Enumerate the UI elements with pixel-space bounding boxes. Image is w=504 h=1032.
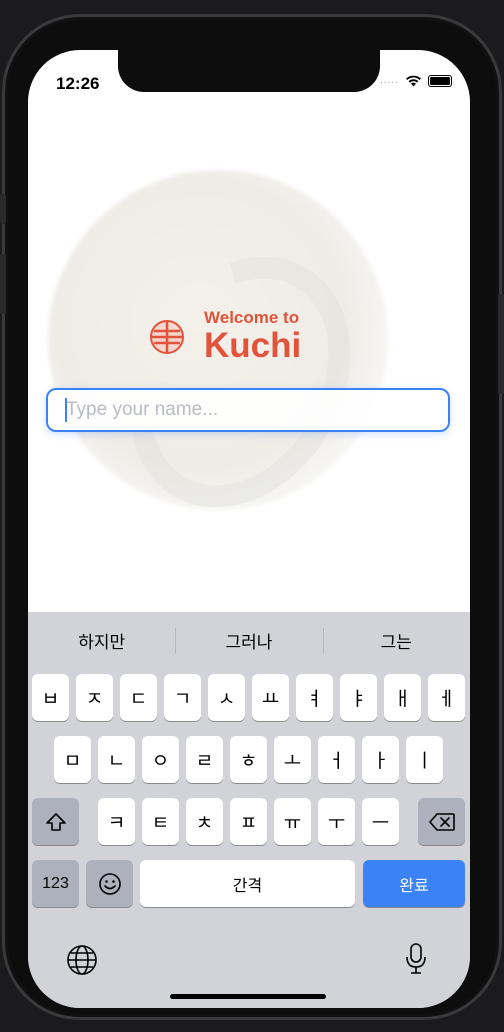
suggestion-2[interactable]: 그러나 [175, 612, 322, 668]
key[interactable]: ㅁ [54, 736, 91, 783]
key[interactable]: ㅐ [384, 674, 421, 721]
key[interactable]: ㅣ [406, 736, 443, 783]
key[interactable]: ㄱ [164, 674, 201, 721]
suggestion-bar: 하지만 그러나 그는 [28, 612, 470, 668]
key[interactable]: ㅑ [340, 674, 377, 721]
status-time: 12:26 [56, 74, 100, 93]
microphone-icon[interactable] [404, 942, 428, 976]
key[interactable]: ㄷ [120, 674, 157, 721]
app-title: Kuchi [204, 326, 302, 365]
numbers-key[interactable]: 123 [32, 860, 79, 907]
welcome-text: Welcome to Kuchi [204, 308, 301, 366]
volume-up-button [0, 254, 6, 314]
welcome-subtitle: Welcome to [204, 308, 300, 327]
key[interactable]: ㅔ [428, 674, 465, 721]
emoji-icon [98, 872, 121, 895]
signal-icon: ..... [380, 75, 399, 86]
key[interactable]: ㅈ [76, 674, 113, 721]
emoji-key[interactable] [86, 860, 133, 907]
key[interactable]: ㅎ [230, 736, 267, 783]
key[interactable]: ㅡ [362, 798, 399, 845]
korean-keyboard: 하지만 그러나 그는 ㅂ ㅈ ㄷ ㄱ ㅅ ㅛ ㅕ ㅑ ㅐ ㅔ ㅁ ㄴ ㅇ ㄹ ㅎ… [28, 612, 470, 1008]
key[interactable]: ㅓ [318, 736, 355, 783]
space-key[interactable]: 간격 [140, 860, 355, 907]
key[interactable]: ㅠ [274, 798, 311, 845]
key[interactable]: ㄹ [186, 736, 223, 783]
delete-key[interactable] [418, 798, 465, 845]
home-indicator[interactable] [170, 994, 326, 999]
key[interactable]: ㄴ [98, 736, 135, 783]
key[interactable]: ㅅ [208, 674, 245, 721]
key[interactable]: ㅌ [142, 798, 179, 845]
key[interactable]: ㅕ [296, 674, 333, 721]
power-button [498, 294, 504, 394]
welcome-header: Welcome to Kuchi [150, 308, 301, 366]
wifi-icon [406, 75, 421, 87]
phone-frame: 12:26 ..... Welcome to Kuchi Type your n… [0, 14, 504, 1020]
key[interactable]: ㅗ [274, 736, 311, 783]
battery-icon [428, 74, 452, 87]
done-key[interactable]: 완료 [363, 860, 465, 907]
key[interactable]: ㅊ [186, 798, 223, 845]
status-icons: ..... [380, 74, 452, 87]
key[interactable]: ㅏ [362, 736, 399, 783]
name-input[interactable] [46, 388, 450, 432]
shift-key[interactable] [32, 798, 79, 845]
globe-icon[interactable] [66, 944, 98, 976]
key[interactable]: ㅍ [230, 798, 267, 845]
suggestion-3[interactable]: 그는 [322, 612, 470, 668]
key[interactable]: ㅋ [98, 798, 135, 845]
kuchi-logo-icon [150, 320, 184, 354]
delete-icon [428, 812, 455, 831]
text-caret [65, 398, 67, 422]
screen: 12:26 ..... Welcome to Kuchi Type your n… [28, 50, 470, 1008]
key[interactable]: ㅇ [142, 736, 179, 783]
silent-switch [0, 194, 6, 224]
suggestion-1[interactable]: 하지만 [28, 612, 175, 668]
shift-icon [45, 812, 66, 831]
key[interactable]: ㅛ [252, 674, 289, 721]
notch [118, 50, 380, 92]
key[interactable]: ㅜ [318, 798, 355, 845]
key[interactable]: ㅂ [32, 674, 69, 721]
